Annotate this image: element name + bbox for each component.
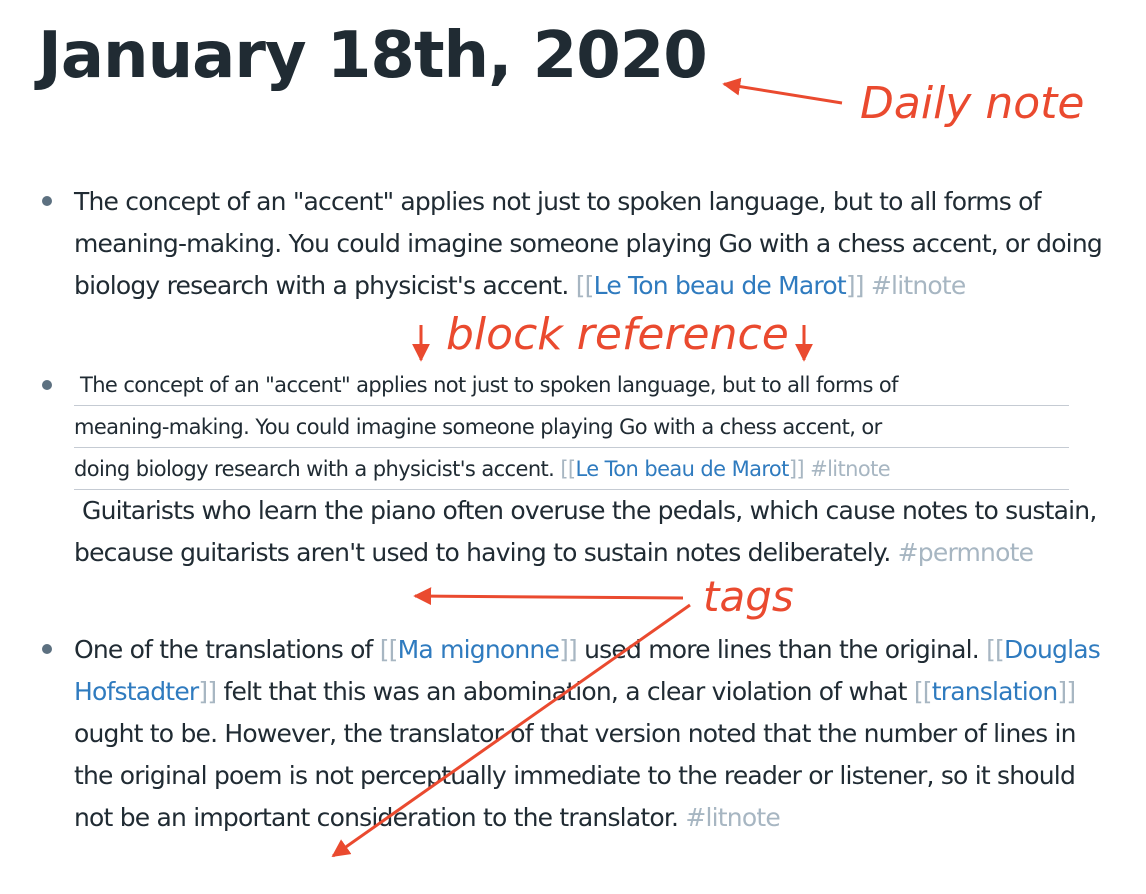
tag-permnote[interactable]: #permnote [898,538,1034,567]
link-close-bracket: ]] [198,677,217,706]
page-title[interactable]: January 18th, 2020 [38,18,708,95]
link-close-bracket: ]] [1057,677,1076,706]
block-reference[interactable]: The concept of an "accent" applies not j… [74,364,1069,490]
block-bullet[interactable] [42,196,52,206]
block-bullet[interactable] [42,380,52,390]
arrow-to-permnote [413,587,684,606]
block-3[interactable]: One of the translations of [[Ma mignonne… [74,629,1114,839]
block-reference-line: meaning-making. You could imagine someon… [74,406,1069,448]
link-close-bracket: ]] [788,457,805,481]
page-link-le-ton-beau[interactable]: Le Ton beau de Marot [594,271,847,300]
link-open-bracket: [[ [913,677,933,706]
block-1[interactable]: The concept of an "accent" applies not j… [74,181,1114,307]
annotation-block-reference: block reference [446,309,789,360]
page-link-ma-mignonne[interactable]: Ma mignonne [398,635,560,664]
annotation-daily-note: Daily note [860,78,1085,129]
link-open-bracket: [[ [986,635,1005,664]
block-2-text[interactable]: Guitarists who learn the piano often ove… [74,490,1114,574]
link-open-bracket: [[ [575,271,595,300]
tag-litnote[interactable]: #litnote [685,803,780,832]
link-close-bracket: ]] [845,271,865,300]
block-bullet[interactable] [42,644,52,654]
block-text: used more lines than the original. [584,635,980,664]
tag-litnote[interactable]: #litnote [810,457,891,481]
link-close-bracket: ]] [559,635,578,664]
page-link-le-ton-beau[interactable]: Le Ton beau de Marot [576,457,790,481]
page-link-translation[interactable]: translation [932,677,1058,706]
block-reference-line: doing biology research with a physicist'… [74,448,1069,490]
arrow-to-title [722,77,843,105]
block-reference-line: The concept of an "accent" applies not j… [74,364,1069,406]
tag-litnote[interactable]: #litnote [871,271,966,300]
block-text: One of the translations of [74,635,373,664]
annotation-tags: tags [703,572,794,621]
link-open-bracket: [[ [560,457,576,481]
block-text: felt that this was an abomination, a cle… [223,677,907,706]
block-text: ought to be. However, the translator of … [74,719,1076,832]
block-reference-line-text: doing biology research with a physicist'… [74,457,555,481]
link-open-bracket: [[ [379,635,399,664]
